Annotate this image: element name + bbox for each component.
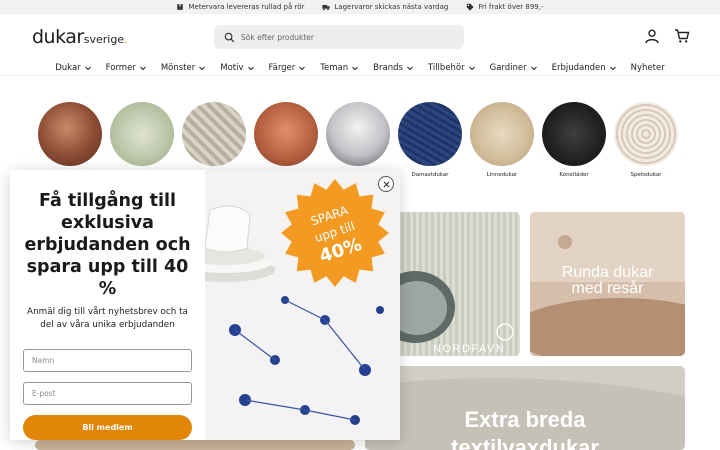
- nav-item[interactable]: Nyheter: [631, 60, 665, 75]
- category-image: [614, 102, 678, 166]
- announcement-item: Fri frakt över 899,-: [466, 3, 544, 11]
- category-label: Spetsdukar: [630, 172, 662, 178]
- category-image: [254, 102, 318, 166]
- search-icon: [224, 32, 235, 42]
- popup-title: Få tillgång till exklusiva erbjudanden o…: [24, 191, 191, 299]
- category-label: Linnedukar: [486, 172, 518, 178]
- announcement-text: Lagervaror skickas nästa vardag: [334, 3, 449, 11]
- announcement-item: Metervara levereras rullad på rör: [176, 3, 304, 11]
- wide-tile-line1: Extra breda: [464, 407, 586, 432]
- category-item[interactable]: [326, 102, 390, 178]
- category-image: [542, 102, 606, 166]
- logo-sub: sverige: [83, 33, 125, 46]
- chevron-down-icon: [609, 66, 616, 70]
- nav-item[interactable]: Mönster: [161, 60, 206, 75]
- nav-item[interactable]: Brands: [373, 60, 414, 75]
- tag-icon: [467, 3, 474, 11]
- announcement-item: Lagervaror skickas nästa vardag: [322, 3, 448, 11]
- nav-item-label: Gardiner: [489, 62, 527, 73]
- wide-tablecloth-tile[interactable]: Extra breda textilvaxdukar: [365, 366, 685, 450]
- nav-item-label: Erbjudanden: [551, 62, 606, 73]
- nav-item[interactable]: Erbjudanden: [552, 60, 617, 75]
- category-label: Konstläder: [559, 172, 589, 178]
- nav-item-label: Tillbehör: [427, 62, 465, 73]
- category-item[interactable]: Spetsdukar: [614, 102, 678, 178]
- close-button[interactable]: [378, 176, 394, 192]
- name-field[interactable]: Namn: [23, 349, 192, 373]
- chevron-down-icon: [530, 66, 537, 70]
- chevron-down-icon: [468, 66, 475, 70]
- chevron-down-icon: [407, 66, 413, 70]
- chevron-down-icon: [84, 66, 91, 70]
- nav-item-label: Teman: [320, 62, 349, 73]
- category-image: [398, 102, 462, 166]
- nav-item[interactable]: Former: [106, 60, 147, 75]
- popup-promo-image: SPARA upp till 40%: [205, 170, 400, 440]
- bottom-left-tile[interactable]: [35, 440, 355, 450]
- announcement-text: Fri frakt över 899,-: [478, 3, 544, 11]
- round-tile-line1: Runda dukar: [561, 264, 654, 281]
- email-placeholder: E-post: [32, 389, 56, 399]
- category-image: [470, 102, 534, 166]
- main-nav: Dukar Former Mönster Motiv Färger Teman Brands…: [0, 60, 720, 76]
- nav-item[interactable]: Tillbehör: [428, 60, 476, 75]
- nav-item[interactable]: Motiv: [220, 60, 254, 75]
- category-item[interactable]: [38, 102, 102, 178]
- category-carousel: Damastdukar Linnedukar Konstläder Spetsduka…: [38, 102, 678, 178]
- nav-item[interactable]: Teman: [320, 60, 359, 75]
- category-image: [38, 102, 102, 166]
- newsletter-popup: Få tillgång till exklusiva erbjudanden o…: [10, 170, 400, 440]
- nav-item[interactable]: Gardiner: [490, 60, 538, 75]
- close-icon: [383, 181, 389, 187]
- join-button[interactable]: Bli medlem: [23, 415, 192, 440]
- round-tile-line2: med resår: [571, 280, 644, 297]
- header-actions: [644, 28, 690, 44]
- category-label: Damastdukar: [411, 172, 449, 178]
- chevron-down-icon: [139, 66, 146, 70]
- chevron-down-icon: [352, 66, 359, 70]
- category-item[interactable]: Konstläder: [542, 102, 606, 178]
- nav-item-label: Mönster: [160, 62, 196, 73]
- chevron-down-icon: [247, 66, 254, 70]
- category-item[interactable]: [110, 102, 174, 178]
- search-placeholder: Sök efter produkter: [241, 32, 314, 42]
- announcement-bar: Metervara levereras rullad på rör Lagerv…: [0, 0, 720, 14]
- nav-item[interactable]: Färger: [269, 60, 307, 75]
- category-item[interactable]: Linnedukar: [470, 102, 534, 178]
- truck-icon: [322, 5, 330, 11]
- category-item[interactable]: [182, 102, 246, 178]
- search-input[interactable]: Sök efter produkter: [214, 25, 464, 49]
- category-image: [182, 102, 246, 166]
- nav-item-label: Färger: [268, 62, 296, 73]
- logo[interactable]: dukarsverige.: [32, 26, 128, 48]
- wide-tile-line2: textilvaxdukar: [451, 435, 599, 450]
- nav-item[interactable]: Dukar: [55, 60, 91, 75]
- chevron-down-icon: [299, 66, 306, 70]
- logo-dot: .: [124, 32, 128, 46]
- site-header: dukarsverige. Sök efter produkter: [0, 14, 720, 60]
- announcement-text: Metervara levereras rullad på rör: [188, 3, 305, 11]
- category-image: [326, 102, 390, 166]
- name-placeholder: Namn: [32, 356, 55, 366]
- nav-item-label: Motiv: [220, 62, 244, 73]
- popup-image-panel: SPARA upp till 40%: [205, 170, 400, 440]
- package-icon: [177, 4, 184, 10]
- nav-item-label: Former: [105, 62, 136, 73]
- category-item[interactable]: Damastdukar: [398, 102, 462, 178]
- cart-icon[interactable]: [674, 28, 690, 44]
- popup-subtitle: Anmäl dig till vårt nyhetsbrev och ta de…: [27, 307, 188, 330]
- nordfavn-label: NORDFAVN: [433, 343, 506, 355]
- email-field[interactable]: E-post: [23, 382, 192, 406]
- nav-item-label: Dukar: [55, 62, 81, 73]
- round-tablecloth-tile[interactable]: Runda dukar med resår: [530, 212, 685, 356]
- logo-main: dukar: [32, 26, 84, 48]
- category-image: [110, 102, 174, 166]
- account-icon[interactable]: [644, 28, 660, 44]
- nav-item-label: Brands: [373, 62, 403, 73]
- chevron-down-icon: [199, 66, 206, 70]
- category-item[interactable]: [254, 102, 318, 178]
- nav-item-label: Nyheter: [630, 62, 665, 73]
- popup-form-panel: Få tillgång till exklusiva erbjudanden o…: [10, 170, 205, 440]
